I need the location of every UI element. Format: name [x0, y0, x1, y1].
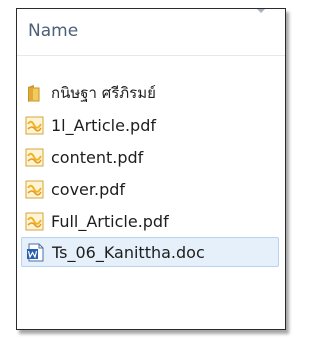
folder-icon: [25, 84, 44, 103]
column-header-name[interactable]: Name: [28, 21, 78, 41]
file-name: cover.pdf: [51, 179, 126, 199]
list-item[interactable]: content.pdf: [21, 142, 279, 172]
file-list-pane: Name กนิษฐา ศรีภิรมย์ 1l_Article.pdf con…: [16, 8, 286, 330]
list-item-selected[interactable]: Ts_06_Kanittha.doc: [21, 237, 279, 267]
pdf-file-icon: [25, 212, 44, 231]
word-doc-icon: [26, 243, 45, 262]
file-name: 1l_Article.pdf: [51, 115, 156, 135]
pdf-file-icon: [25, 116, 44, 135]
file-name: content.pdf: [51, 147, 144, 167]
file-name: Ts_06_Kanittha.doc: [52, 242, 205, 262]
list-item[interactable]: 1l_Article.pdf: [21, 110, 279, 140]
pdf-file-icon: [25, 180, 44, 199]
list-item[interactable]: กนิษฐา ศรีภิรมย์: [21, 78, 279, 108]
list-item[interactable]: Full_Article.pdf: [21, 206, 279, 236]
file-name: Full_Article.pdf: [51, 211, 169, 231]
list-item[interactable]: cover.pdf: [21, 174, 279, 204]
sort-arrow-icon: [257, 9, 265, 13]
column-header[interactable]: Name: [17, 9, 285, 56]
pdf-file-icon: [25, 148, 44, 167]
file-name: กนิษฐา ศรีภิรมย์: [51, 84, 156, 102]
